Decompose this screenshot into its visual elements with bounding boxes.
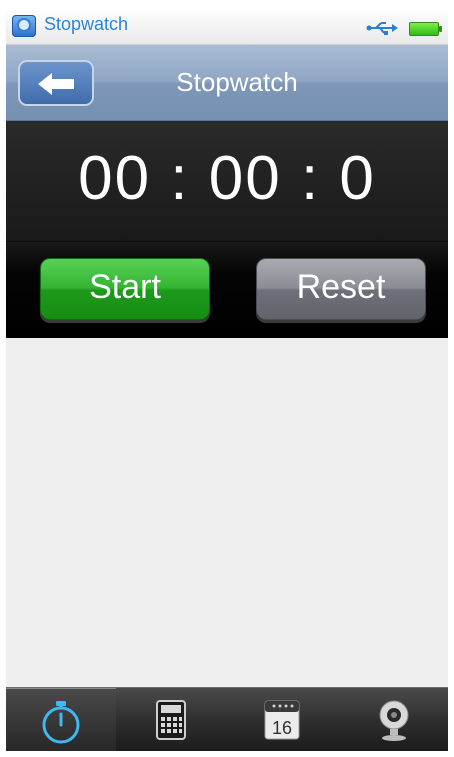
webcam-icon — [379, 700, 409, 741]
calendar-icon: 16 — [264, 700, 300, 740]
tab-calendar[interactable]: 16 — [226, 688, 336, 751]
calculator-icon — [156, 700, 186, 740]
usb-icon — [366, 22, 398, 35]
divider — [6, 241, 448, 242]
stopwatch-app-icon — [12, 15, 36, 37]
timer-display: 00 : 00 : 0 — [78, 144, 376, 213]
timer-panel: 00 : 00 : 0 Start Reset — [6, 121, 448, 338]
bottom-tab-bar: 16 — [6, 687, 448, 751]
stopwatch-icon — [42, 701, 80, 744]
tab-stopwatch[interactable] — [6, 688, 116, 751]
tab-calculator[interactable] — [116, 688, 226, 751]
title-bar: Stopwatch — [6, 45, 448, 121]
page-title: Stopwatch — [176, 67, 298, 97]
status-bar: Stopwatch — [6, 8, 448, 45]
battery-icon — [409, 22, 442, 36]
app-frame: Stopwatch Stopwatch 00 : 00 : 0 Start Re… — [6, 8, 448, 751]
calendar-date: 16 — [272, 718, 292, 738]
start-button[interactable]: Start — [40, 258, 210, 320]
status-app-title: Stopwatch — [44, 14, 129, 34]
lap-list-area — [6, 338, 448, 687]
tab-webcam[interactable] — [336, 688, 446, 751]
reset-button[interactable]: Reset — [256, 258, 426, 320]
